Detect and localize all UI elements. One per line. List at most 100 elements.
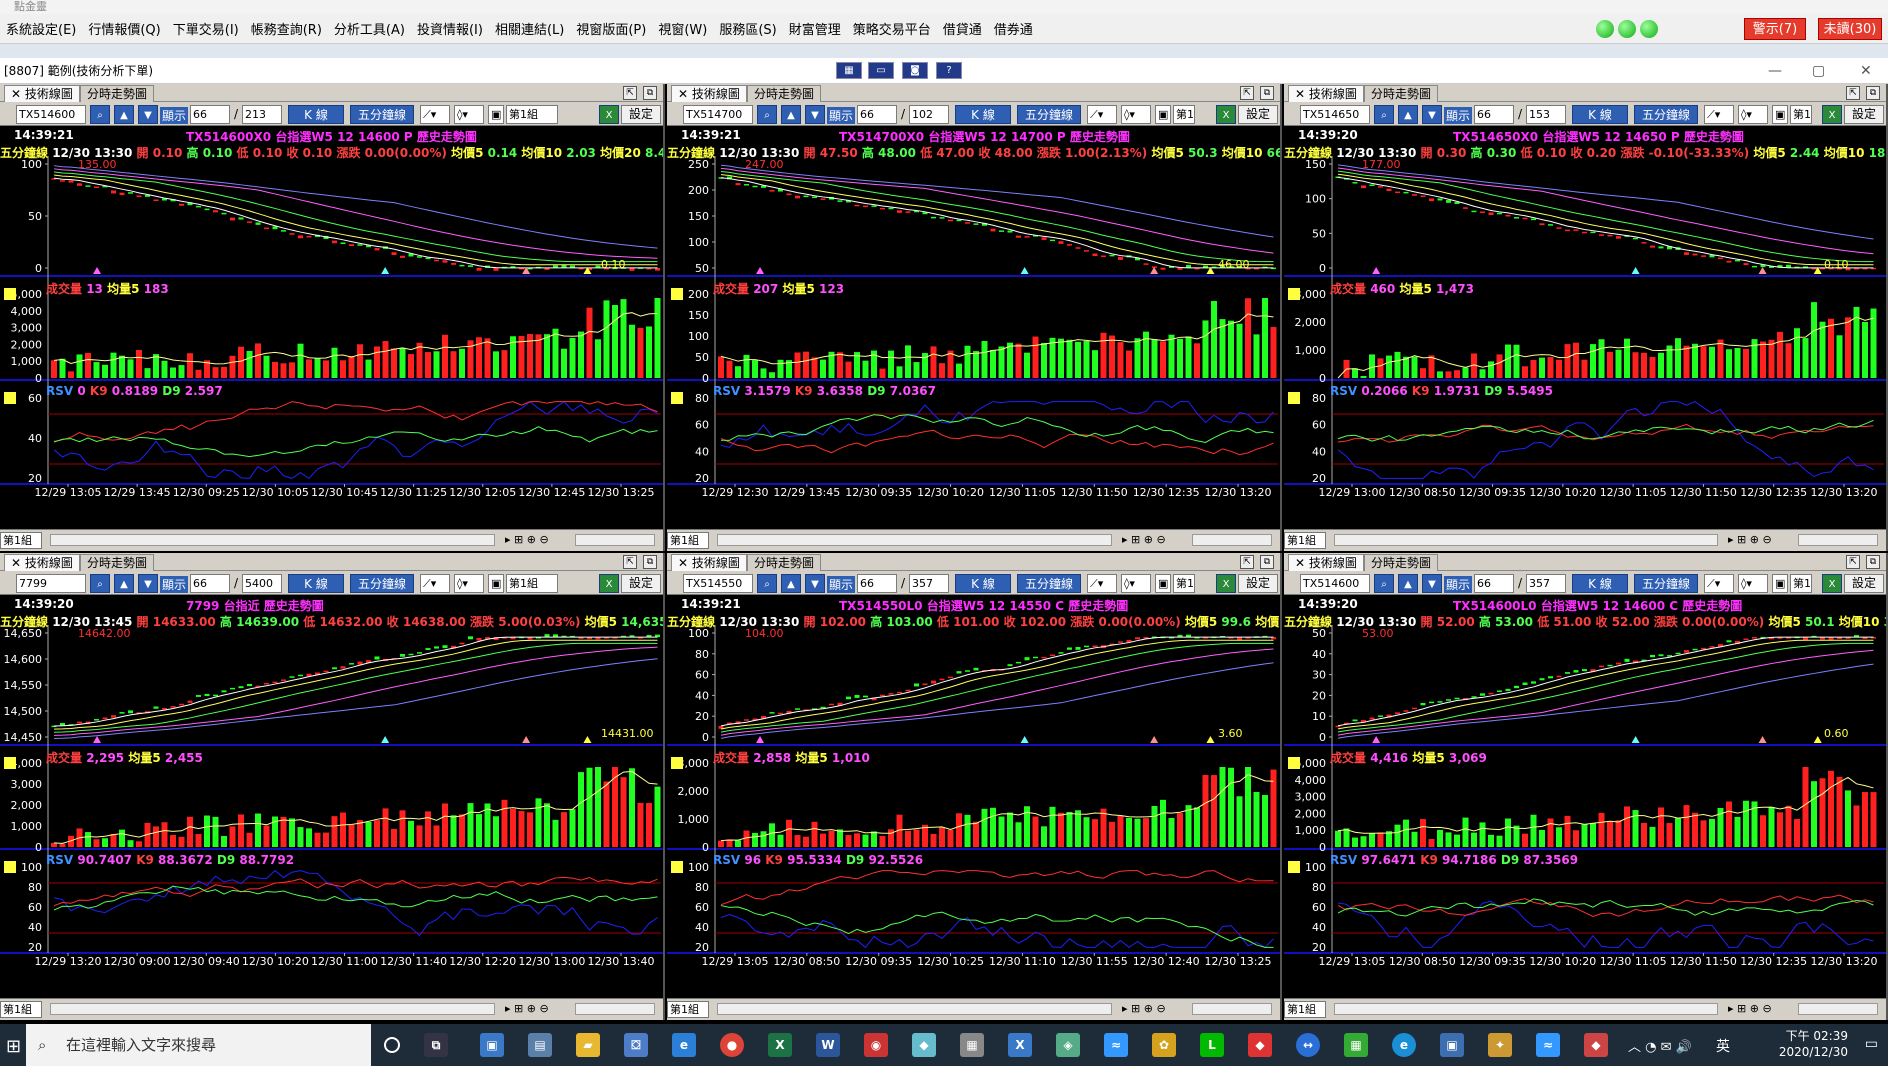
symbol-select[interactable]: 7799: [16, 574, 86, 593]
settings-button[interactable]: 設定: [621, 105, 661, 124]
ime-indicator[interactable]: 英: [1716, 1036, 1730, 1056]
up-arrow-icon[interactable]: ▲: [1398, 574, 1418, 593]
search-icon[interactable]: ⌕: [1374, 105, 1394, 124]
app-icon[interactable]: ▦: [960, 1033, 984, 1057]
down-arrow-icon[interactable]: ▼: [1422, 574, 1442, 593]
settings-button[interactable]: 設定: [1844, 105, 1884, 124]
save-icon[interactable]: ▣: [1772, 574, 1788, 593]
pane-menu-icon[interactable]: [1288, 757, 1300, 769]
close-icon[interactable]: ✕: [678, 87, 688, 101]
save-icon[interactable]: ▣: [488, 574, 504, 593]
app-icon[interactable]: ◆: [1584, 1033, 1608, 1057]
save-icon[interactable]: ▣: [488, 105, 504, 124]
popout-icon[interactable]: ⇱: [623, 555, 637, 569]
help-icon[interactable]: ?: [936, 62, 962, 79]
group-select[interactable]: 第1組: [506, 105, 558, 124]
group-select-bottom[interactable]: 第1組: [1284, 1001, 1326, 1018]
pane-menu-icon[interactable]: [1288, 392, 1300, 404]
close-icon[interactable]: ✕: [678, 556, 688, 570]
group-select[interactable]: 第1組: [1173, 574, 1195, 593]
zoom-controls[interactable]: ▸ ⊞ ⊕ ⊖: [505, 533, 549, 546]
app-icon[interactable]: X: [1008, 1033, 1032, 1057]
excel-icon[interactable]: X: [768, 1033, 792, 1057]
word-icon[interactable]: W: [816, 1033, 840, 1057]
pane-menu-icon[interactable]: [4, 861, 16, 873]
draw-tool-icon[interactable]: ⟋▾: [1704, 105, 1734, 124]
group-select-bottom[interactable]: 第1組: [667, 532, 709, 549]
group-select[interactable]: 第1組: [1173, 105, 1195, 124]
group-select[interactable]: 第1組: [1790, 574, 1812, 593]
excel-export-icon[interactable]: X: [1822, 105, 1842, 124]
zoom-slider[interactable]: [1192, 1003, 1272, 1015]
app-icon[interactable]: ≈: [1104, 1033, 1128, 1057]
draw-tool-icon[interactable]: ⟋▾: [1704, 574, 1734, 593]
count-input[interactable]: 66: [1474, 105, 1514, 124]
zoom-controls[interactable]: ▸ ⊞ ⊕ ⊖: [1728, 533, 1772, 546]
menu-item[interactable]: 帳務查詢(R): [245, 19, 328, 38]
eraser-icon[interactable]: ◊▾: [1738, 105, 1768, 124]
pane-menu-icon[interactable]: [4, 288, 16, 300]
up-arrow-icon[interactable]: ▲: [781, 105, 801, 124]
settings-button[interactable]: 設定: [1844, 574, 1884, 593]
pane-menu-icon[interactable]: [4, 392, 16, 404]
popout-icon[interactable]: ⇱: [1846, 555, 1860, 569]
popout-icon[interactable]: ⇱: [1240, 86, 1254, 100]
tab-intraday[interactable]: 分時走勢圖: [80, 85, 155, 102]
pane-menu-icon[interactable]: [4, 757, 16, 769]
folder-icon[interactable]: ▰: [576, 1033, 600, 1057]
kline-dropdown[interactable]: K 線: [288, 105, 344, 124]
tab-technical[interactable]: ✕ 技術線圖: [1288, 85, 1364, 102]
alert-button[interactable]: 警示(7): [1744, 18, 1806, 40]
interval-dropdown[interactable]: 五分鐘線: [1634, 105, 1698, 124]
settings-button[interactable]: 設定: [621, 574, 661, 593]
tray-icons[interactable]: ︿ ◔ ✉ 🔊: [1628, 1036, 1692, 1055]
zoom-controls[interactable]: ▸ ⊞ ⊕ ⊖: [505, 1002, 549, 1015]
kline-dropdown[interactable]: K 線: [1572, 574, 1628, 593]
zoom-controls[interactable]: ▸ ⊞ ⊕ ⊖: [1122, 1002, 1166, 1015]
menu-item[interactable]: 借貸通: [937, 19, 988, 38]
app-icon[interactable]: ▦: [1344, 1033, 1368, 1057]
group-select-bottom[interactable]: 第1組: [1284, 532, 1326, 549]
menu-item[interactable]: 視窗版面(P): [570, 19, 652, 38]
app-icon[interactable]: ◈: [1056, 1033, 1080, 1057]
tab-intraday[interactable]: 分時走勢圖: [1364, 85, 1439, 102]
app-icon[interactable]: ✦: [1488, 1033, 1512, 1057]
horizontal-scrollbar[interactable]: [717, 1003, 1112, 1015]
excel-export-icon[interactable]: X: [1216, 105, 1236, 124]
windows-start-icon[interactable]: ⊞: [6, 1036, 21, 1057]
menu-item[interactable]: 視窗(W): [652, 19, 713, 38]
app-icon[interactable]: ▤: [528, 1033, 552, 1057]
excel-export-icon[interactable]: X: [1216, 574, 1236, 593]
pane-menu-icon[interactable]: [1288, 288, 1300, 300]
count-input[interactable]: 66: [857, 574, 897, 593]
tab-technical[interactable]: ✕ 技術線圖: [671, 554, 747, 571]
count-input[interactable]: 66: [190, 574, 230, 593]
menu-item[interactable]: 系統設定(E): [0, 19, 82, 38]
close-icon[interactable]: ✕: [1295, 87, 1305, 101]
tab-technical[interactable]: ✕ 技術線圖: [671, 85, 747, 102]
draw-tool-icon[interactable]: ⟋▾: [1087, 574, 1117, 593]
symbol-select[interactable]: TX514600: [16, 105, 86, 124]
search-icon[interactable]: ⌕: [90, 574, 110, 593]
taskview-icon[interactable]: ⧉: [424, 1033, 448, 1057]
taskbar-clock[interactable]: 下午 02:39 2020/12/30: [1779, 1028, 1848, 1060]
horizontal-scrollbar[interactable]: [50, 534, 495, 546]
store-icon[interactable]: ⛋: [624, 1033, 648, 1057]
kline-dropdown[interactable]: K 線: [1572, 105, 1628, 124]
zoom-controls[interactable]: ▸ ⊞ ⊕ ⊖: [1122, 533, 1166, 546]
up-arrow-icon[interactable]: ▲: [114, 574, 134, 593]
pane-menu-icon[interactable]: [1288, 861, 1300, 873]
search-icon[interactable]: ⌕: [1374, 574, 1394, 593]
close-icon[interactable]: ✕: [1860, 58, 1872, 84]
up-arrow-icon[interactable]: ▲: [1398, 105, 1418, 124]
excel-export-icon[interactable]: X: [1822, 574, 1842, 593]
line-icon[interactable]: L: [1200, 1033, 1224, 1057]
tab-intraday[interactable]: 分時走勢圖: [747, 554, 822, 571]
restore-icon[interactable]: ⧉: [1260, 555, 1274, 569]
app-icon[interactable]: ◆: [1248, 1033, 1272, 1057]
symbol-select[interactable]: TX514700: [683, 105, 753, 124]
app-icon[interactable]: ≈: [1536, 1033, 1560, 1057]
up-arrow-icon[interactable]: ▲: [114, 105, 134, 124]
menu-item[interactable]: 行情報價(Q): [82, 19, 166, 38]
layout-icon[interactable]: ▦: [836, 62, 862, 79]
